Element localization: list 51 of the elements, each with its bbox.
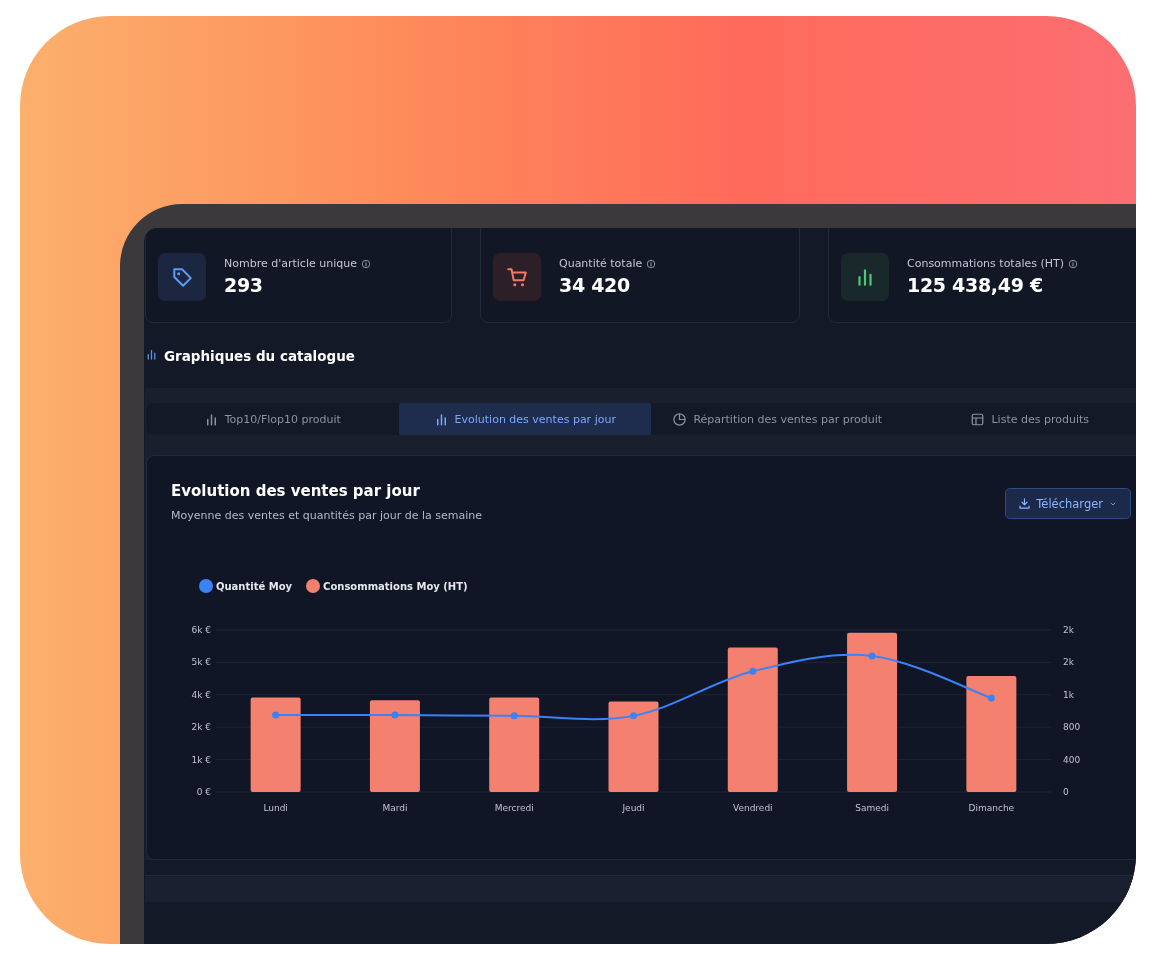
legend-label: Consommations Moy (HT) xyxy=(323,580,468,592)
axis-tick-label: 4k € xyxy=(191,689,211,700)
axis-tick-label: 800 xyxy=(1063,722,1081,733)
cart-icon xyxy=(506,265,528,288)
axis-tick-label: 400 xyxy=(1063,754,1081,765)
axis-tick-label: 2k xyxy=(1063,657,1074,668)
legend-label: Quantité Moy xyxy=(216,580,293,592)
chart-title: Evolution des ventes par jour xyxy=(171,482,421,500)
stat-value: 125 438,49 € xyxy=(907,274,1044,296)
axis-tick-label: Dimanche xyxy=(968,803,1015,813)
stat-label: Quantité totale xyxy=(559,257,643,270)
axis-tick-label: 5k € xyxy=(191,657,211,668)
axis-tick-label: Samedi xyxy=(855,803,889,813)
axis-tick-label: 1k xyxy=(1063,689,1074,700)
data-point xyxy=(868,652,876,660)
data-point xyxy=(749,667,757,675)
axis-tick-label: 2k xyxy=(1063,625,1074,635)
data-point xyxy=(272,711,280,719)
axis-tick-label: Vendredi xyxy=(732,803,773,813)
axis-tick-label: 0 xyxy=(1063,787,1069,797)
info-icon xyxy=(646,258,657,269)
axis-tick-label: 0 € xyxy=(196,787,211,797)
data-point xyxy=(987,694,995,702)
tag-icon xyxy=(171,265,193,288)
stat-value: 293 xyxy=(224,274,264,296)
data-point xyxy=(630,712,637,720)
axis-tick-label: Mardi xyxy=(382,803,408,813)
chart-subtitle: Moyenne des ventes et quantités par jour de la semaine xyxy=(171,509,482,522)
tab[interactable]: Evolution des ventes par jour xyxy=(398,403,651,435)
axis-tick-label: Mercredi xyxy=(494,803,534,813)
table-icon xyxy=(970,411,986,427)
axis-tick-label: 1k € xyxy=(191,754,211,765)
download-icon xyxy=(1018,497,1032,510)
tab[interactable]: Liste des produits xyxy=(903,403,1136,435)
tab[interactable]: Répartition des ventes par produit xyxy=(651,403,904,435)
section-title: Graphiques du catalogue xyxy=(164,347,355,364)
download-button[interactable]: Télécharger xyxy=(1005,488,1131,519)
axis-tick-label: Jeudi xyxy=(622,803,645,813)
stat-label: Nombre d'article unique xyxy=(224,257,357,270)
stat-value: 34 420 xyxy=(559,274,631,296)
info-icon xyxy=(360,258,371,269)
data-point xyxy=(510,712,518,720)
data-point xyxy=(391,711,399,719)
stat-label: Consommations totales (HT) xyxy=(907,257,1065,270)
info-icon xyxy=(1068,258,1079,269)
axis-tick-label: 2k € xyxy=(191,722,211,733)
axis-tick-label: 6k € xyxy=(191,625,211,635)
pie-chart-icon xyxy=(672,411,688,427)
bar-chart-icon xyxy=(145,348,158,361)
axis-tick-label: Lundi xyxy=(263,803,288,813)
tab[interactable]: Top10/Flop10 produit xyxy=(146,403,399,435)
